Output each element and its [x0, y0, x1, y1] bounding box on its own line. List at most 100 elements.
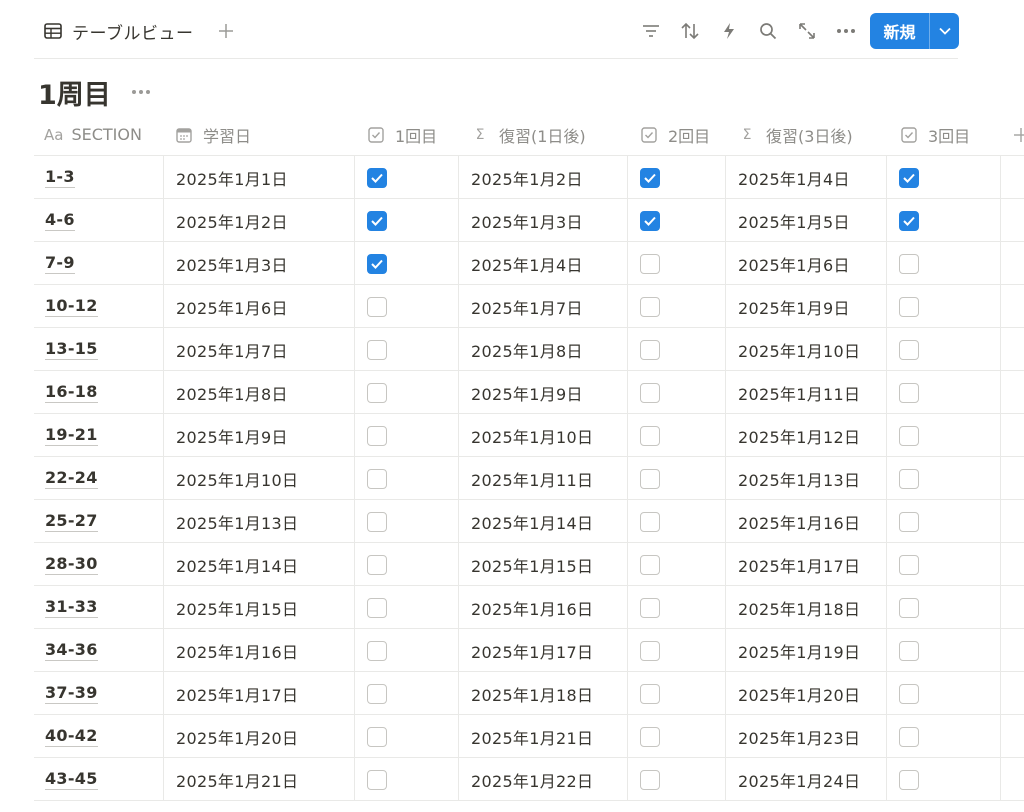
- checkbox-unchecked[interactable]: [640, 554, 660, 575]
- cell-section[interactable]: 37-39: [34, 672, 164, 715]
- cell-review3[interactable]: 2025年1月4日: [726, 156, 887, 199]
- column-header-round2[interactable]: 2回目: [640, 113, 710, 156]
- checkbox-unchecked[interactable]: [640, 683, 660, 704]
- cell-review3[interactable]: 2025年1月13日: [726, 457, 887, 500]
- checkbox-checked[interactable]: [640, 210, 660, 231]
- cell-review1[interactable]: 2025年1月21日: [459, 715, 628, 758]
- checkbox-unchecked[interactable]: [899, 468, 919, 489]
- table-row[interactable]: 43-45 2025年1月21日 2025年1月22日 2025年1月24日: [34, 758, 1024, 801]
- cell-round3[interactable]: [887, 414, 1001, 457]
- more-icon[interactable]: [834, 18, 858, 44]
- section-title[interactable]: 22-24: [45, 468, 98, 489]
- section-title[interactable]: 13-15: [45, 339, 98, 360]
- checkbox-unchecked[interactable]: [367, 511, 387, 532]
- cell-study-date[interactable]: 2025年1月6日: [164, 285, 355, 328]
- cell-study-date[interactable]: 2025年1月13日: [164, 500, 355, 543]
- cell-round1[interactable]: [355, 371, 459, 414]
- cell-round1[interactable]: [355, 629, 459, 672]
- table-row[interactable]: 25-27 2025年1月13日 2025年1月14日 2025年1月16日: [34, 500, 1024, 543]
- cell-round2[interactable]: [628, 715, 726, 758]
- cell-review1[interactable]: 2025年1月4日: [459, 242, 628, 285]
- cell-round2[interactable]: [628, 543, 726, 586]
- cell-round3[interactable]: [887, 242, 1001, 285]
- cell-round3[interactable]: [887, 285, 1001, 328]
- more-icon[interactable]: [129, 80, 153, 104]
- table-row[interactable]: 4-6 2025年1月2日 2025年1月3日 2025年1月5日: [34, 199, 1024, 242]
- cell-round2[interactable]: [628, 371, 726, 414]
- cell-round3[interactable]: [887, 328, 1001, 371]
- checkbox-unchecked[interactable]: [367, 425, 387, 446]
- section-title[interactable]: 1-3: [45, 167, 75, 188]
- checkbox-unchecked[interactable]: [367, 382, 387, 403]
- cell-review1[interactable]: 2025年1月16日: [459, 586, 628, 629]
- cell-round3[interactable]: [887, 758, 1001, 801]
- checkbox-checked[interactable]: [367, 253, 387, 274]
- cell-review1[interactable]: 2025年1月22日: [459, 758, 628, 801]
- cell-study-date[interactable]: 2025年1月1日: [164, 156, 355, 199]
- table-row[interactable]: 34-36 2025年1月16日 2025年1月17日 2025年1月19日: [34, 629, 1024, 672]
- new-button[interactable]: 新規: [870, 13, 929, 49]
- cell-round1[interactable]: [355, 457, 459, 500]
- cell-round2[interactable]: [628, 500, 726, 543]
- column-header-study-date[interactable]: 学習日: [175, 113, 251, 156]
- cell-study-date[interactable]: 2025年1月9日: [164, 414, 355, 457]
- cell-section[interactable]: 34-36: [34, 629, 164, 672]
- checkbox-unchecked[interactable]: [367, 640, 387, 661]
- cell-review3[interactable]: 2025年1月5日: [726, 199, 887, 242]
- checkbox-checked[interactable]: [640, 167, 660, 188]
- checkbox-unchecked[interactable]: [640, 511, 660, 532]
- cell-review3[interactable]: 2025年1月20日: [726, 672, 887, 715]
- cell-round3[interactable]: [887, 156, 1001, 199]
- checkbox-unchecked[interactable]: [899, 425, 919, 446]
- checkbox-unchecked[interactable]: [640, 425, 660, 446]
- automation-bolt-icon[interactable]: [717, 18, 741, 44]
- section-title[interactable]: 37-39: [45, 683, 98, 704]
- checkbox-unchecked[interactable]: [640, 253, 660, 274]
- cell-round2[interactable]: [628, 414, 726, 457]
- cell-round1[interactable]: [355, 199, 459, 242]
- table-row[interactable]: 28-30 2025年1月14日 2025年1月15日 2025年1月17日: [34, 543, 1024, 586]
- cell-round3[interactable]: [887, 457, 1001, 500]
- cell-review3[interactable]: 2025年1月9日: [726, 285, 887, 328]
- checkbox-unchecked[interactable]: [899, 339, 919, 360]
- cell-study-date[interactable]: 2025年1月15日: [164, 586, 355, 629]
- cell-review3[interactable]: 2025年1月12日: [726, 414, 887, 457]
- column-header-review3[interactable]: Σ 復習(3日後): [738, 113, 853, 156]
- checkbox-unchecked[interactable]: [367, 468, 387, 489]
- checkbox-unchecked[interactable]: [367, 339, 387, 360]
- section-title[interactable]: 28-30: [45, 554, 98, 575]
- cell-round3[interactable]: [887, 371, 1001, 414]
- cell-section[interactable]: 16-18: [34, 371, 164, 414]
- cell-review1[interactable]: 2025年1月3日: [459, 199, 628, 242]
- section-title[interactable]: 19-21: [45, 425, 98, 446]
- checkbox-unchecked[interactable]: [899, 511, 919, 532]
- table-row[interactable]: 1-3 2025年1月1日 2025年1月2日 2025年1月4日: [34, 156, 1024, 199]
- cell-section[interactable]: 31-33: [34, 586, 164, 629]
- cell-review1[interactable]: 2025年1月7日: [459, 285, 628, 328]
- cell-round1[interactable]: [355, 285, 459, 328]
- checkbox-unchecked[interactable]: [899, 769, 919, 790]
- table-row[interactable]: 13-15 2025年1月7日 2025年1月8日 2025年1月10日: [34, 328, 1024, 371]
- cell-review1[interactable]: 2025年1月10日: [459, 414, 628, 457]
- cell-study-date[interactable]: 2025年1月3日: [164, 242, 355, 285]
- checkbox-unchecked[interactable]: [640, 640, 660, 661]
- cell-section[interactable]: 1-3: [34, 156, 164, 199]
- cell-review3[interactable]: 2025年1月19日: [726, 629, 887, 672]
- checkbox-unchecked[interactable]: [367, 769, 387, 790]
- cell-review3[interactable]: 2025年1月24日: [726, 758, 887, 801]
- search-icon[interactable]: [756, 18, 780, 44]
- cell-round1[interactable]: [355, 758, 459, 801]
- cell-round2[interactable]: [628, 199, 726, 242]
- checkbox-unchecked[interactable]: [640, 468, 660, 489]
- table-row[interactable]: 19-21 2025年1月9日 2025年1月10日 2025年1月12日: [34, 414, 1024, 457]
- section-title[interactable]: 43-45: [45, 769, 98, 790]
- cell-review1[interactable]: 2025年1月17日: [459, 629, 628, 672]
- checkbox-unchecked[interactable]: [640, 339, 660, 360]
- cell-round2[interactable]: [628, 242, 726, 285]
- cell-review1[interactable]: 2025年1月14日: [459, 500, 628, 543]
- checkbox-checked[interactable]: [367, 210, 387, 231]
- checkbox-unchecked[interactable]: [899, 683, 919, 704]
- cell-review3[interactable]: 2025年1月18日: [726, 586, 887, 629]
- cell-section[interactable]: 10-12: [34, 285, 164, 328]
- cell-review1[interactable]: 2025年1月8日: [459, 328, 628, 371]
